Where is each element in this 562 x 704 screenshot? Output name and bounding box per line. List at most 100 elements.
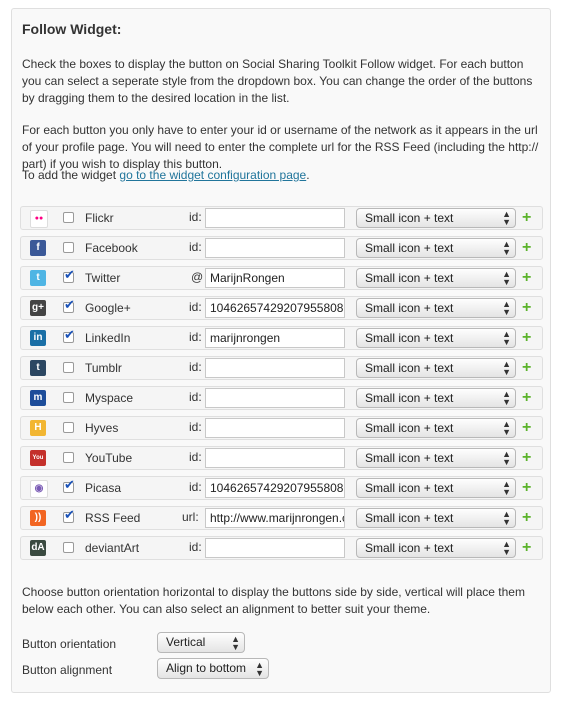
- widget-config-prefix: To add the widget: [22, 168, 120, 182]
- select-arrows-icon: ▲ ▼: [502, 299, 511, 317]
- style-select-value: Small icon + text: [365, 421, 454, 435]
- enable-checkbox[interactable]: [63, 542, 74, 553]
- myspace-icon: m: [30, 390, 46, 406]
- select-arrows-icon: ▲ ▼: [502, 479, 511, 497]
- network-row-linkedin[interactable]: in LinkedIn id:marijnrongen Small icon + te…: [20, 326, 543, 350]
- style-select-value: Small icon + text: [365, 331, 454, 345]
- style-select[interactable]: Small icon + text ▲ ▼: [356, 478, 516, 498]
- facebook-icon: f: [30, 240, 46, 256]
- id-label: @: [191, 270, 204, 284]
- style-select[interactable]: Small icon + text ▲ ▼: [356, 268, 516, 288]
- enable-checkbox[interactable]: [63, 508, 75, 523]
- select-arrows-icon: ▲ ▼: [502, 539, 511, 557]
- id-input[interactable]: [205, 358, 345, 378]
- network-name: Hyves: [85, 421, 119, 435]
- style-select-value: Small icon + text: [365, 301, 454, 315]
- id-input[interactable]: [205, 418, 345, 438]
- id-input[interactable]: [205, 538, 345, 558]
- select-arrows-icon: ▲ ▼: [231, 634, 240, 652]
- network-row-twitter[interactable]: t Twitter @MarijnRongen Small icon + text ▲▼…: [20, 266, 543, 290]
- network-row-google[interactable]: g+ Google+ id:104626574292079558083 Small i…: [20, 296, 543, 320]
- style-select-value: Small icon + text: [365, 211, 454, 225]
- enable-checkbox[interactable]: [63, 212, 74, 223]
- style-select[interactable]: Small icon + text ▲ ▼: [356, 418, 516, 438]
- add-icon[interactable]: +: [522, 238, 531, 258]
- style-select[interactable]: Small icon + text ▲ ▼: [356, 238, 516, 258]
- select-arrows-icon: ▲ ▼: [502, 329, 511, 347]
- add-icon[interactable]: +: [522, 208, 531, 228]
- widget-config-link[interactable]: go to the widget configuration page: [119, 168, 306, 182]
- network-name: Flickr: [85, 211, 114, 225]
- googleplus-icon: g+: [30, 300, 46, 316]
- network-name: Twitter: [85, 271, 121, 285]
- widget-config-suffix: .: [306, 168, 310, 182]
- id-label: url:: [182, 510, 199, 524]
- youtube-icon: You: [30, 450, 46, 466]
- orientation-select[interactable]: Vertical ▲ ▼: [157, 632, 245, 653]
- id-label: id:: [189, 390, 202, 404]
- network-row-facebook[interactable]: f Facebook id: Small icon + text ▲ ▼ +: [20, 236, 543, 260]
- id-input[interactable]: http://www.marijnrongen.com: [205, 508, 345, 528]
- enable-checkbox[interactable]: [63, 242, 74, 253]
- network-row-youtube[interactable]: You YouTube id: Small icon + text ▲ ▼ +: [20, 446, 543, 470]
- network-row-flickr[interactable]: ●● Flickr id: Small icon + text ▲ ▼ +: [20, 206, 543, 230]
- id-input[interactable]: [205, 238, 345, 258]
- add-icon[interactable]: +: [522, 508, 531, 528]
- style-select[interactable]: Small icon + text ▲ ▼: [356, 538, 516, 558]
- style-select[interactable]: Small icon + text ▲ ▼: [356, 358, 516, 378]
- network-row-deviantart[interactable]: dA deviantArt id: Small icon + text ▲ ▼ +: [20, 536, 543, 560]
- add-icon[interactable]: +: [522, 478, 531, 498]
- add-icon[interactable]: +: [522, 358, 531, 378]
- network-row-rssfeed[interactable]: )) RSS Feed url: http://www.marijnrongen.co…: [20, 506, 543, 530]
- deviantart-icon: dA: [30, 540, 46, 556]
- style-select-value: Small icon + text: [365, 481, 454, 495]
- tumblr-icon: t: [30, 360, 46, 376]
- style-select[interactable]: Small icon + text ▲ ▼: [356, 388, 516, 408]
- rss-icon: )): [30, 510, 46, 526]
- enable-checkbox[interactable]: [63, 422, 74, 433]
- select-arrows-icon: ▲ ▼: [502, 509, 511, 527]
- network-name: Picasa: [85, 481, 122, 495]
- id-input[interactable]: [205, 448, 345, 468]
- add-icon[interactable]: +: [522, 448, 531, 468]
- enable-checkbox[interactable]: [63, 268, 75, 283]
- orientation-select-value: Vertical: [166, 635, 206, 649]
- id-input[interactable]: [205, 388, 345, 408]
- style-select[interactable]: Small icon + text ▲ ▼: [356, 328, 516, 348]
- id-input[interactable]: 104626574292079558083: [205, 298, 345, 318]
- enable-checkbox[interactable]: [63, 298, 75, 313]
- network-name: Tumblr: [85, 361, 122, 375]
- alignment-select[interactable]: Align to bottom ▲ ▼: [157, 658, 269, 679]
- enable-checkbox[interactable]: [63, 328, 75, 343]
- id-input[interactable]: [205, 208, 345, 228]
- add-icon[interactable]: +: [522, 268, 531, 288]
- add-icon[interactable]: +: [522, 418, 531, 438]
- network-row-myspace[interactable]: m Myspace id: Small icon + text ▲ ▼ +: [20, 386, 543, 410]
- follow-widget-panel: Follow Widget: Check the boxes to displa…: [11, 8, 551, 693]
- linkedin-icon: in: [30, 330, 46, 346]
- select-arrows-icon: ▲ ▼: [502, 209, 511, 227]
- twitter-icon: t: [30, 270, 46, 286]
- id-input[interactable]: marijnrongen: [205, 328, 345, 348]
- enable-checkbox[interactable]: [63, 452, 74, 463]
- network-row-tumblr[interactable]: t Tumblr id: Small icon + text ▲ ▼ +: [20, 356, 543, 380]
- style-select[interactable]: Small icon + text ▲ ▼: [356, 448, 516, 468]
- network-row-picasa[interactable]: ◉ Picasa id:104626574292079558083 Small ico…: [20, 476, 543, 500]
- add-icon[interactable]: +: [522, 328, 531, 348]
- add-icon[interactable]: +: [522, 538, 531, 558]
- network-name: Facebook: [85, 241, 138, 255]
- add-icon[interactable]: +: [522, 388, 531, 408]
- select-arrows-icon: ▲ ▼: [502, 269, 511, 287]
- style-select[interactable]: Small icon + text ▲ ▼: [356, 508, 516, 528]
- enable-checkbox[interactable]: [63, 362, 74, 373]
- network-name: RSS Feed: [85, 511, 141, 525]
- id-input[interactable]: MarijnRongen: [205, 268, 345, 288]
- style-select[interactable]: Small icon + text ▲ ▼: [356, 208, 516, 228]
- network-row-hyves[interactable]: H Hyves id: Small icon + text ▲ ▼ +: [20, 416, 543, 440]
- enable-checkbox[interactable]: [63, 478, 75, 493]
- style-select[interactable]: Small icon + text ▲ ▼: [356, 298, 516, 318]
- enable-checkbox[interactable]: [63, 392, 74, 403]
- add-icon[interactable]: +: [522, 298, 531, 318]
- panel-title: Follow Widget:: [22, 21, 122, 37]
- id-input[interactable]: 104626574292079558083: [205, 478, 345, 498]
